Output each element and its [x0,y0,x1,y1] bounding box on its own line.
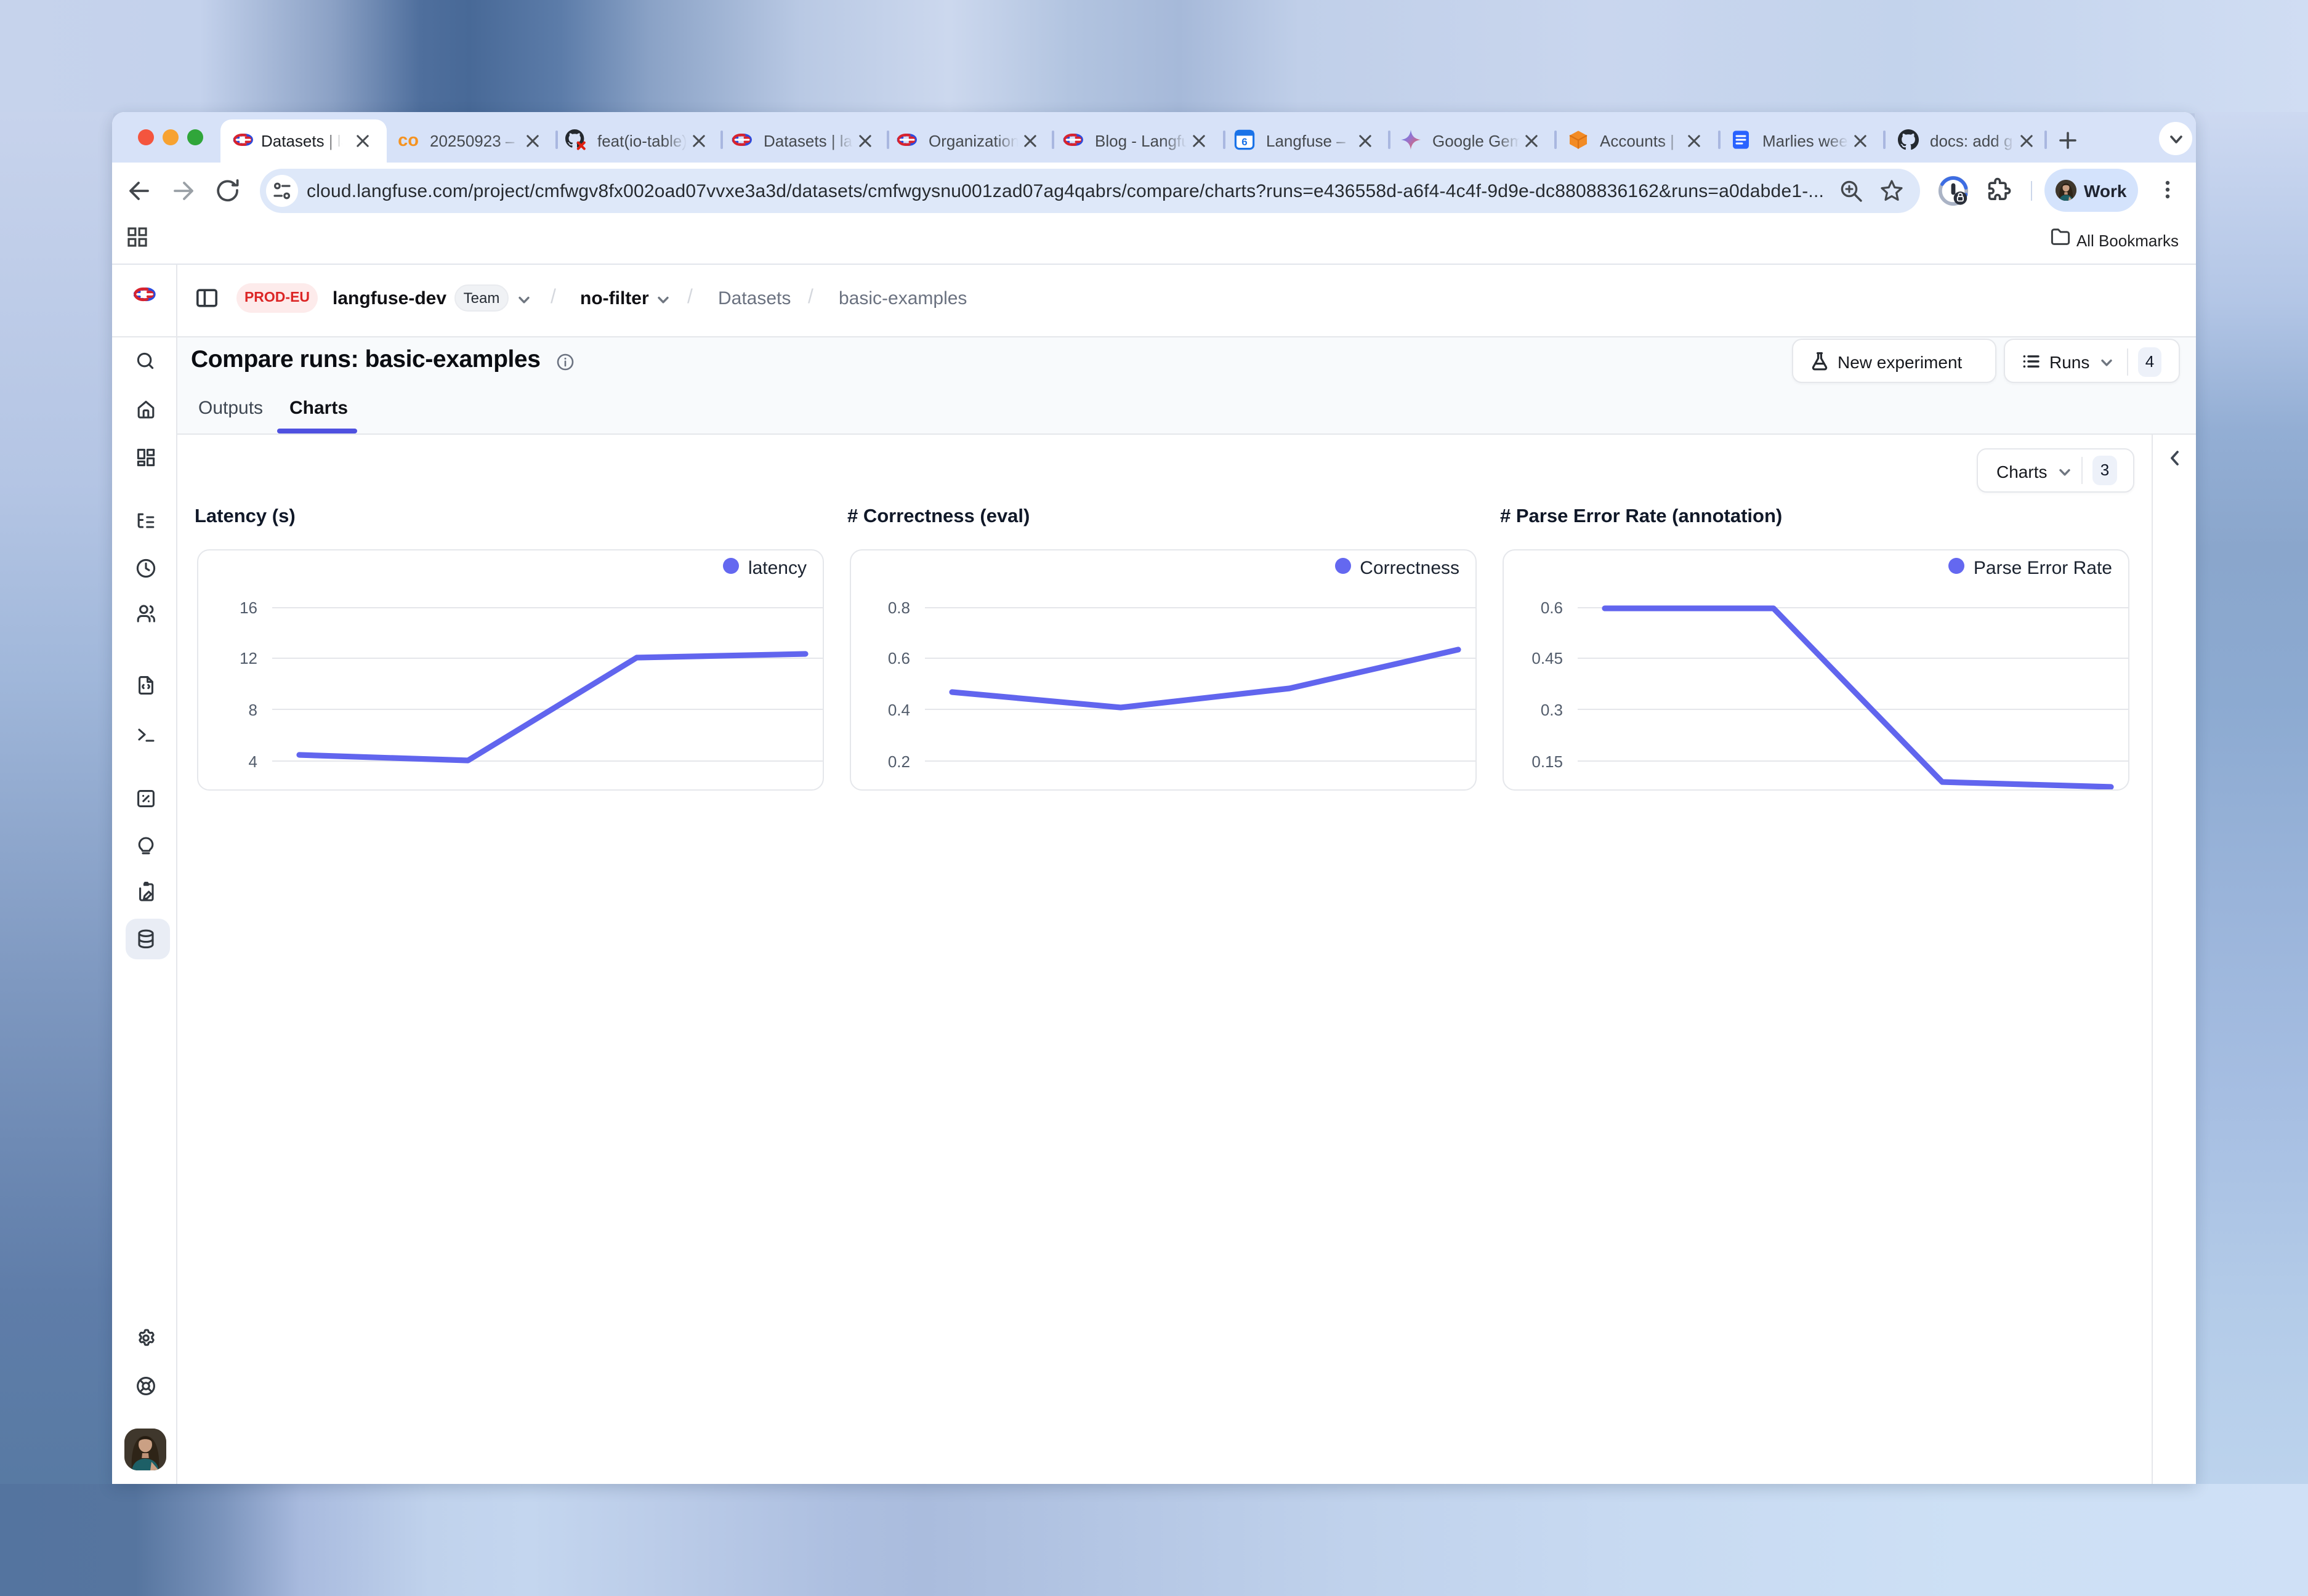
svg-text:6: 6 [1241,136,1247,148]
svg-text:co: co [398,131,419,150]
